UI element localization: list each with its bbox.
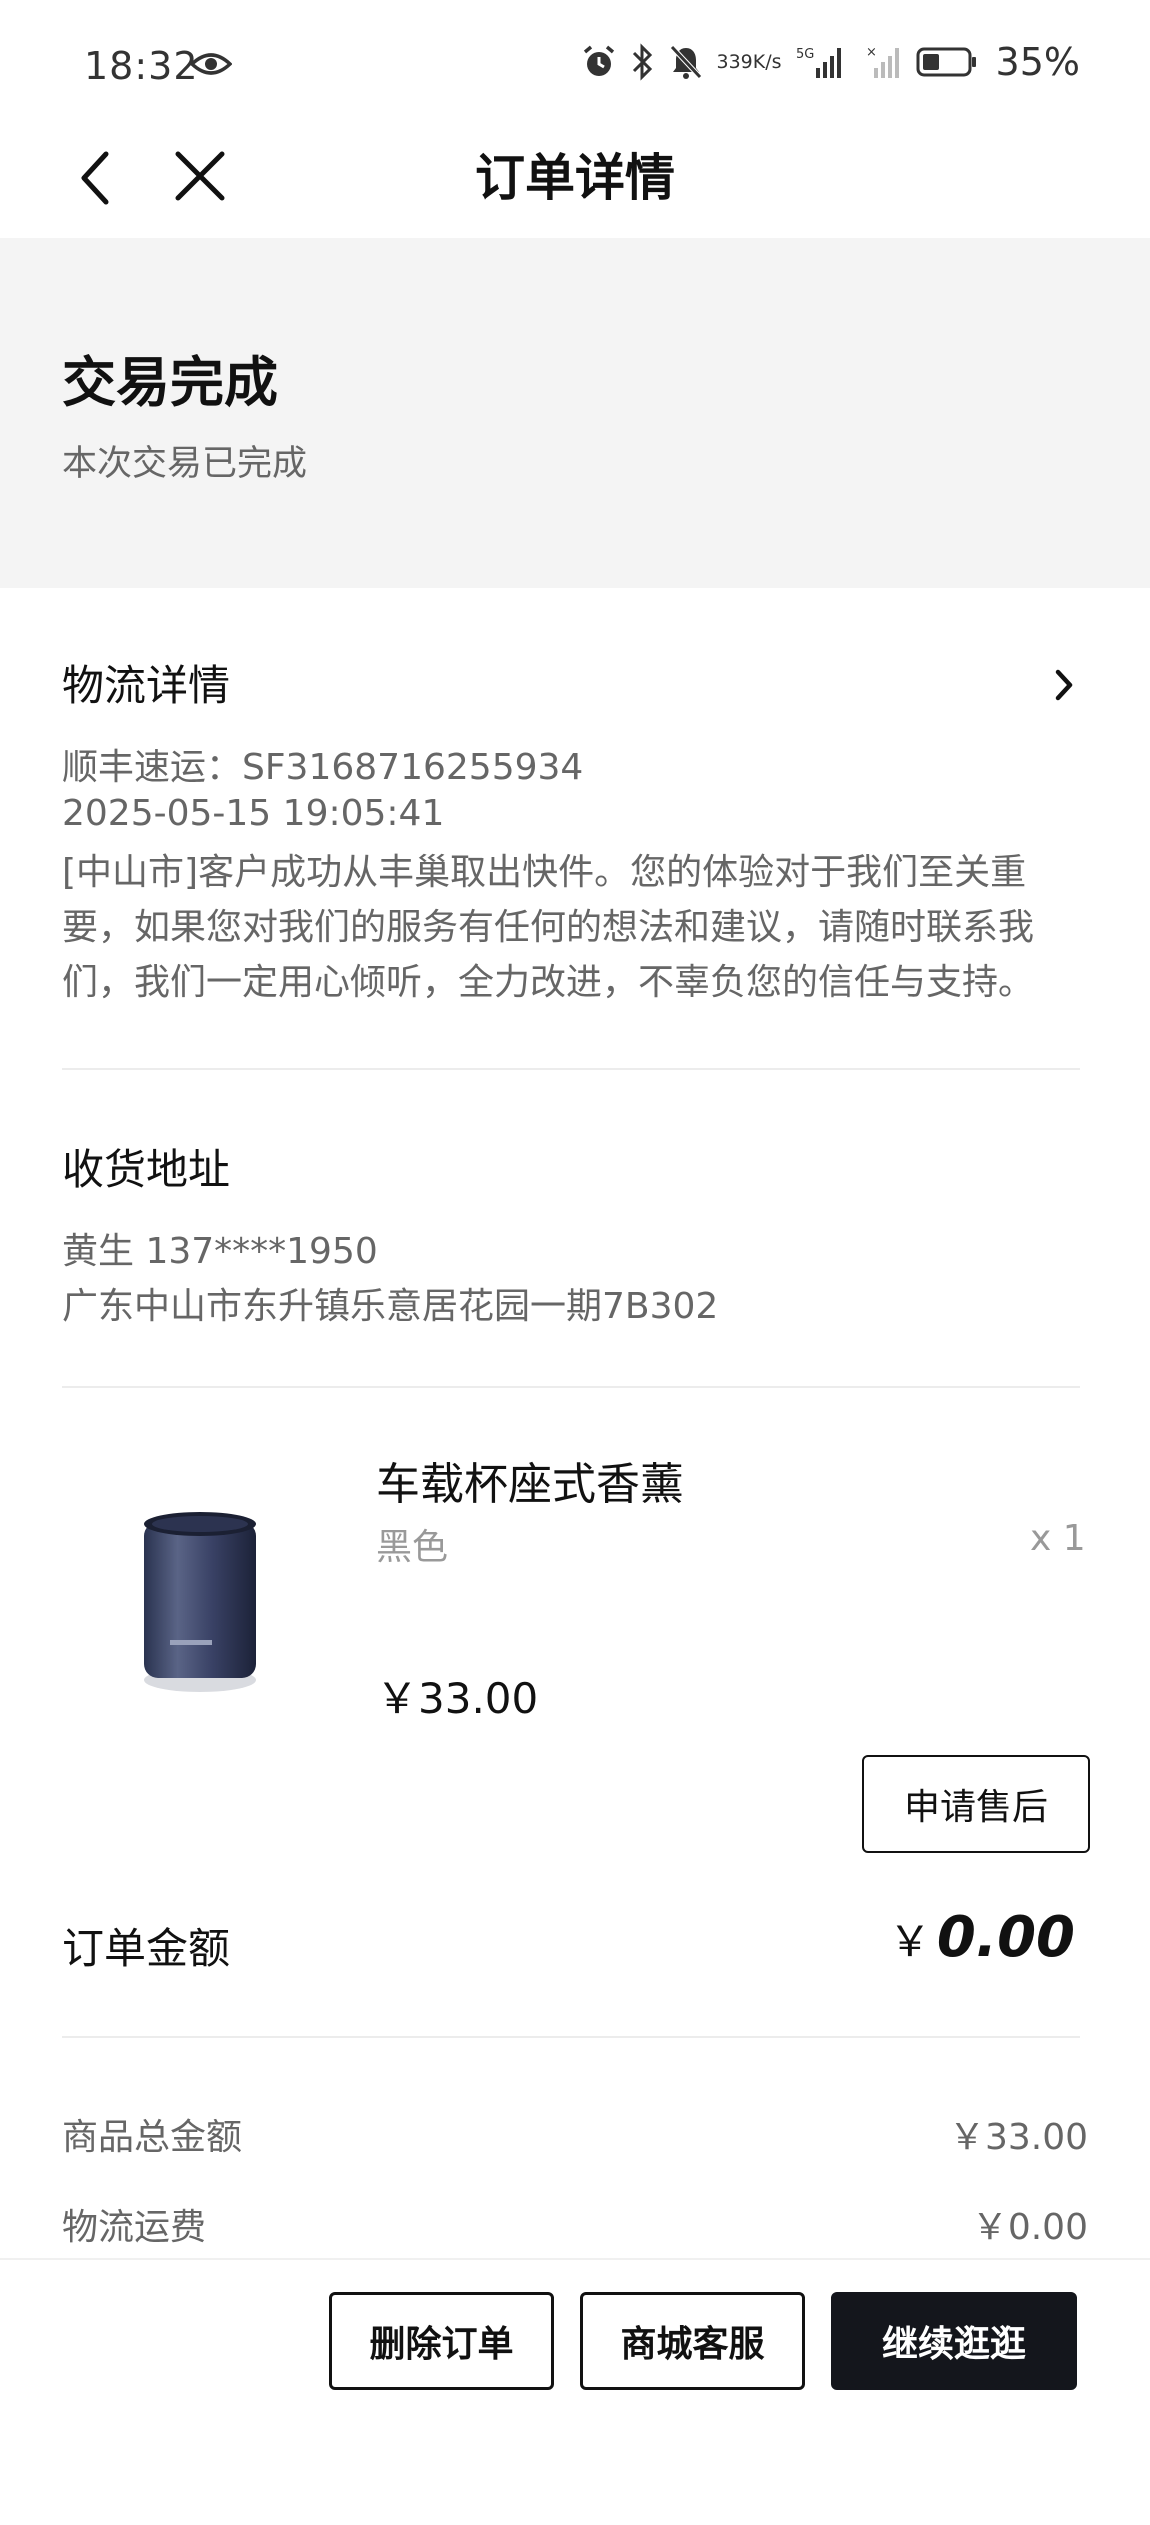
battery-percent: 35% — [995, 40, 1080, 84]
product-name[interactable]: 车载杯座式香薰 — [376, 1448, 684, 1512]
signal-2-icon: × — [866, 44, 902, 80]
summary-label-goods-total: 商品总金额 — [62, 2117, 243, 2158]
summary-label-shipping: 物流运费 — [62, 2207, 207, 2248]
divider — [62, 2036, 1080, 2038]
address-recipient: 黄生 137****1950 — [62, 1231, 378, 1272]
nav-bar: 订单详情 — [0, 130, 1150, 238]
address-line: 广东中山市东升镇乐意居花园一期7B302 — [62, 1286, 719, 1327]
order-amount-number: 0.00 — [936, 1905, 1075, 1970]
product-spec: 黑色 — [376, 1527, 449, 1568]
order-status-subtitle: 本次交易已完成 — [62, 444, 308, 484]
after-sale-button[interactable]: 申请售后 — [862, 1755, 1090, 1853]
net-speed-unit: K/s — [752, 51, 782, 73]
product-image[interactable] — [100, 1470, 300, 1730]
logistics-tracking-number: 顺丰速运：SF3168716255934 — [62, 747, 584, 788]
mute-icon — [669, 44, 703, 80]
net-speed: 339 K/s — [717, 51, 782, 73]
alarm-icon — [581, 44, 617, 80]
logistics-time: 2025-05-15 19:05:41 — [62, 793, 445, 834]
signal-icon: 5G — [796, 44, 852, 80]
product-price: ￥33.00 — [376, 1674, 539, 1723]
summary-value-shipping: ￥0.00 — [971, 2207, 1088, 2248]
bluetooth-icon — [631, 43, 655, 81]
logistics-title[interactable]: 物流详情 — [62, 652, 230, 713]
status-time: 18:32 — [84, 44, 199, 88]
order-amount-label: 订单金额 — [62, 1924, 231, 1973]
bottom-action-bar: 删除订单 商城客服 继续逛逛 — [0, 2258, 1150, 2525]
battery-icon — [916, 46, 978, 78]
currency-symbol: ￥ — [888, 1917, 931, 1966]
delete-order-button[interactable]: 删除订单 — [329, 2292, 554, 2390]
divider — [62, 1068, 1080, 1070]
svg-text:5G: 5G — [796, 47, 814, 62]
address-title: 收货地址 — [62, 1145, 231, 1194]
product-quantity: x 1 — [1030, 1518, 1086, 1559]
status-bar: 18:32 339 K/s 5G × 35% — [0, 0, 1150, 130]
continue-shopping-button[interactable]: 继续逛逛 — [831, 2292, 1077, 2390]
order-status-card: 交易完成 本次交易已完成 — [0, 238, 1150, 588]
status-icons: 339 K/s 5G × 35% — [581, 40, 1080, 84]
summary-value-goods-total: ￥33.00 — [948, 2117, 1088, 2158]
customer-service-button[interactable]: 商城客服 — [580, 2292, 805, 2390]
svg-text:×: × — [866, 45, 877, 60]
order-status-title: 交易完成 — [62, 351, 278, 414]
order-amount-value: ￥ 0.00 — [889, 1905, 1075, 1970]
eye-icon — [189, 50, 233, 82]
divider — [62, 1386, 1080, 1388]
logistics-description: [中山市]客户成功从丰巢取出快件。您的体验对于我们至关重要，如果您对我们的服务有… — [62, 852, 1035, 1003]
net-speed-value: 339 — [716, 51, 753, 73]
page-title: 订单详情 — [475, 149, 675, 207]
chevron-right-icon[interactable] — [1050, 666, 1078, 708]
